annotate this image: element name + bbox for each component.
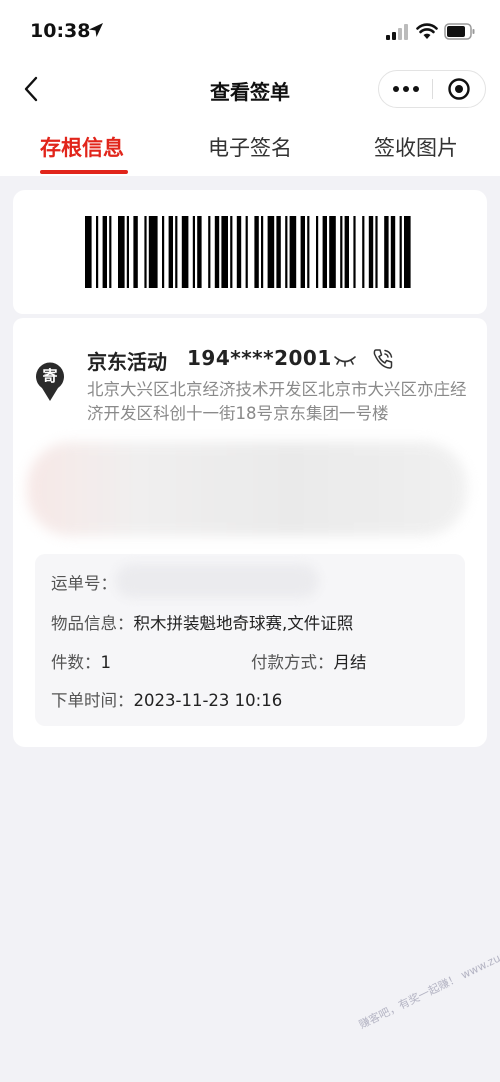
status-bar: 10:38 [0,0,500,62]
more-button[interactable] [379,71,432,107]
tab-sign-photo[interactable]: 签收图片 [374,132,458,162]
sender-badge-text: 寄 [42,367,57,385]
barcode-card [13,190,487,314]
waybill-row: 运单号： [51,570,117,594]
cellular-signal-icon [386,24,408,40]
barcode-bar [230,216,233,288]
payment-row: 付款方式：月结 [251,649,367,673]
status-time: 10:38 [30,20,91,42]
barcode-bar [85,216,92,288]
order-info-box: 运单号： 物品信息：积木拼装魁地奇球赛,文件证照 件数：1 付款方式：月结 下单… [35,554,465,726]
barcode-bar [289,216,297,288]
barcode-bar [375,216,378,288]
more-dot-icon [392,86,399,92]
tab-bar: 存根信息 电子签名 签收图片 [0,118,500,176]
barcode-bar [109,216,112,288]
barcode-bar [399,216,402,288]
payment-label: 付款方式： [251,653,334,672]
waybill-label: 运单号： [51,574,117,593]
item-info-label: 物品信息： [51,614,134,633]
barcode-bar [390,216,396,288]
barcode [85,216,411,288]
barcode-bar [221,216,228,288]
nav-bar: 查看签单 [0,62,500,118]
active-tab-indicator [40,170,128,174]
target-close-icon [448,78,470,100]
battery-icon [444,23,475,40]
barcode-bar [197,216,202,288]
barcode-bar [404,216,411,288]
payment-value: 月结 [333,653,367,672]
tab-stub-info[interactable]: 存根信息 [40,132,124,162]
barcode-bar [236,216,242,288]
barcode-bar [368,216,374,288]
barcode-bar [144,216,147,288]
more-dot-icon [412,86,419,92]
location-arrow-icon [89,23,103,37]
barcode-bar [118,216,125,288]
barcode-bar [340,216,343,288]
barcode-bar [384,216,389,288]
sender-pin-icon: 寄 [36,362,64,401]
miniprogram-capsule [378,70,486,108]
item-info-value: 积木拼装魁地奇球赛,文件证照 [133,614,354,633]
phone-call-icon[interactable] [371,347,395,371]
close-miniprogram-button[interactable] [433,71,485,107]
barcode-bar [267,216,275,288]
barcode-bar [168,216,173,288]
barcode-bar [307,216,310,288]
tab-e-signature[interactable]: 电子签名 [208,132,292,162]
barcode-bar [148,216,158,288]
barcode-bar [162,216,165,288]
barcode-bar [329,216,336,288]
sender-name: 京东活动 [87,350,167,374]
site-watermark: 赚客吧，有奖一起赚！ www.zuanke8.com [356,925,500,1032]
barcode-bar [344,216,349,288]
count-value: 1 [100,653,112,672]
wifi-icon [416,23,438,39]
sender-address: 北京大兴区北京经济技术开发区北京市大兴区亦庄经济开发区科创十一街18号京东集团一… [87,380,467,423]
sender-phone: 194****2001 [187,346,332,370]
barcode-bar [175,216,178,288]
barcode-bar [96,216,99,288]
barcode-bar [316,216,319,288]
barcode-bar [208,216,211,288]
barcode-bar [276,216,281,288]
barcode-bar [192,216,195,288]
barcode-bar [322,216,327,288]
count-row: 件数：1 [51,649,111,673]
barcode-bar [362,216,365,288]
barcode-bar [261,216,264,288]
barcode-bar [353,216,356,288]
redacted-receiver-info [27,442,467,536]
barcode-bar [102,216,107,288]
barcode-bar [245,216,248,288]
order-time-label: 下单时间： [51,691,134,710]
eye-closed-icon[interactable] [333,354,357,368]
order-time-value: 2023-11-23 10:16 [133,691,283,710]
shipment-detail-card: 寄 京东活动 194****2001 北京大兴区北京经济技术开发区北京市大兴区亦… [13,318,487,747]
item-info-row: 物品信息：积木拼装魁地奇球赛,文件证照 [51,610,353,634]
barcode-bar [214,216,220,288]
barcode-bar [285,216,288,288]
order-time-row: 下单时间：2023-11-23 10:16 [51,687,282,711]
more-dot-icon [402,86,409,92]
count-label: 件数： [51,653,101,672]
barcode-bar [133,216,138,288]
barcode-bar [181,216,189,288]
redacted-waybill-number [115,564,319,598]
barcode-bar [254,216,259,288]
barcode-bar [126,216,129,288]
barcode-bar [300,216,305,288]
